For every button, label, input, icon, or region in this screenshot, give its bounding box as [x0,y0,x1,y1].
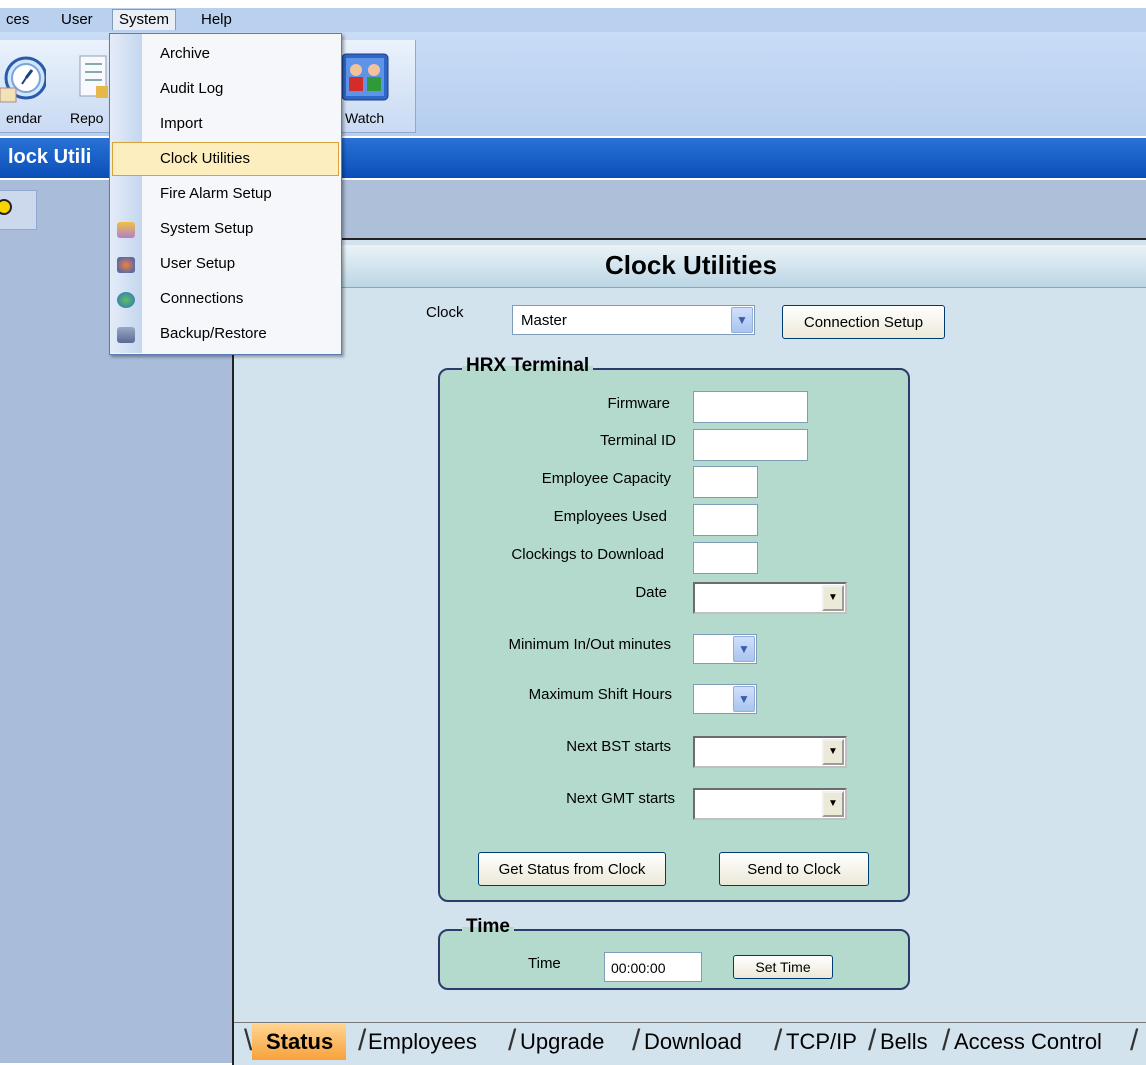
terminal-id-label: Terminal ID [600,432,676,449]
system-setup-icon [117,222,135,238]
tab-status[interactable]: Status [252,1024,346,1060]
send-to-clock-button[interactable]: Send to Clock [719,852,869,886]
menu-item-audit-log[interactable]: Audit Log [160,79,223,99]
date-picker[interactable]: ▼ [693,582,847,614]
clock-select-value: Master [521,312,567,329]
watch-button[interactable] [340,52,390,102]
menu-item-archive[interactable]: Archive [160,44,210,64]
employee-capacity-field[interactable] [693,466,758,498]
dropdown-arrow-icon: ▼ [822,791,844,817]
time-field[interactable]: 00:00:00 [604,952,702,982]
time-group-title: Time [462,916,515,938]
tab-access-control[interactable]: Access Control [940,1024,1102,1060]
employees-used-field[interactable] [693,504,758,536]
calendar-label: endar [6,110,42,126]
next-gmt-picker[interactable]: ▼ [693,788,847,820]
side-panel-tab[interactable] [0,190,37,230]
backup-restore-icon [117,327,135,343]
page-title: Clock Utilities [236,245,1146,288]
clock-label: Clock [426,304,464,321]
menu-item-clock-utilities[interactable]: Clock Utilities [160,149,250,169]
tab-upgrade[interactable]: Upgrade [506,1024,604,1060]
get-status-button[interactable]: Get Status from Clock [478,852,666,886]
min-inout-label: Minimum In/Out minutes [508,636,671,653]
menu-preferences[interactable]: ces [6,10,29,30]
chevron-down-icon: ▼ [733,686,755,712]
clockings-to-download-field[interactable] [693,542,758,574]
calendar-button[interactable] [0,48,48,108]
menu-item-backup-restore[interactable]: Backup/Restore [160,324,267,344]
reports-icon [79,55,108,98]
menu-item-fire-alarm-setup[interactable]: Fire Alarm Setup [160,184,272,204]
firmware-label: Firmware [607,395,671,412]
tab-employees[interactable]: Employees [354,1024,477,1060]
menu-item-connections[interactable]: Connections [160,289,243,309]
connections-globe-icon [117,292,135,308]
reports-button[interactable] [76,52,110,106]
chevron-down-icon: ▼ [733,636,755,662]
hrx-terminal-title: HRX Terminal [462,355,594,377]
dropdown-arrow-icon: ▼ [822,585,844,611]
calendar-icon [0,56,48,103]
watch-label: Watch [345,110,385,126]
min-inout-select[interactable]: ▼ [693,634,757,664]
chevron-down-icon: ▼ [731,307,753,333]
next-gmt-label: Next GMT starts [566,790,675,807]
dropdown-arrow-icon: ▼ [822,739,844,765]
menubar: ces User System Help [0,8,1146,32]
shortcut-icon [0,199,12,215]
connection-setup-button[interactable]: Connection Setup [782,305,945,339]
date-label: Date [635,584,667,601]
next-bst-picker[interactable]: ▼ [693,736,847,768]
terminal-id-field[interactable] [693,429,808,461]
menu-item-import[interactable]: Import [160,114,203,134]
watch-icon [341,53,389,101]
tab-separator: / [1130,1024,1139,1057]
menu-system[interactable]: System [112,9,177,30]
next-bst-label: Next BST starts [566,738,671,755]
user-setup-icon [117,257,135,273]
set-time-button[interactable]: Set Time [733,955,833,979]
tab-tcpip[interactable]: TCP/IP [772,1024,857,1060]
max-shift-label: Maximum Shift Hours [528,686,672,703]
tab-bells[interactable]: Bells [866,1024,928,1060]
menu-user[interactable]: User [61,10,93,30]
employees-used-label: Employees Used [553,508,667,525]
menu-help[interactable]: Help [201,10,232,30]
time-label: Time [528,955,561,972]
menu-item-user-setup[interactable]: User Setup [160,254,235,274]
max-shift-select[interactable]: ▼ [693,684,757,714]
main-header-band [232,180,1146,238]
clock-select[interactable]: Master ▼ [512,305,755,335]
menu-item-system-setup[interactable]: System Setup [160,219,253,239]
reports-label: Repo [70,110,104,126]
window-title: lock Utili [8,146,92,168]
tab-download[interactable]: Download [630,1024,742,1060]
clockings-to-download-label: Clockings to Download [511,546,664,563]
employee-capacity-label: Employee Capacity [541,470,671,487]
firmware-field[interactable] [693,391,808,423]
time-field-value: 00:00:00 [611,960,666,976]
